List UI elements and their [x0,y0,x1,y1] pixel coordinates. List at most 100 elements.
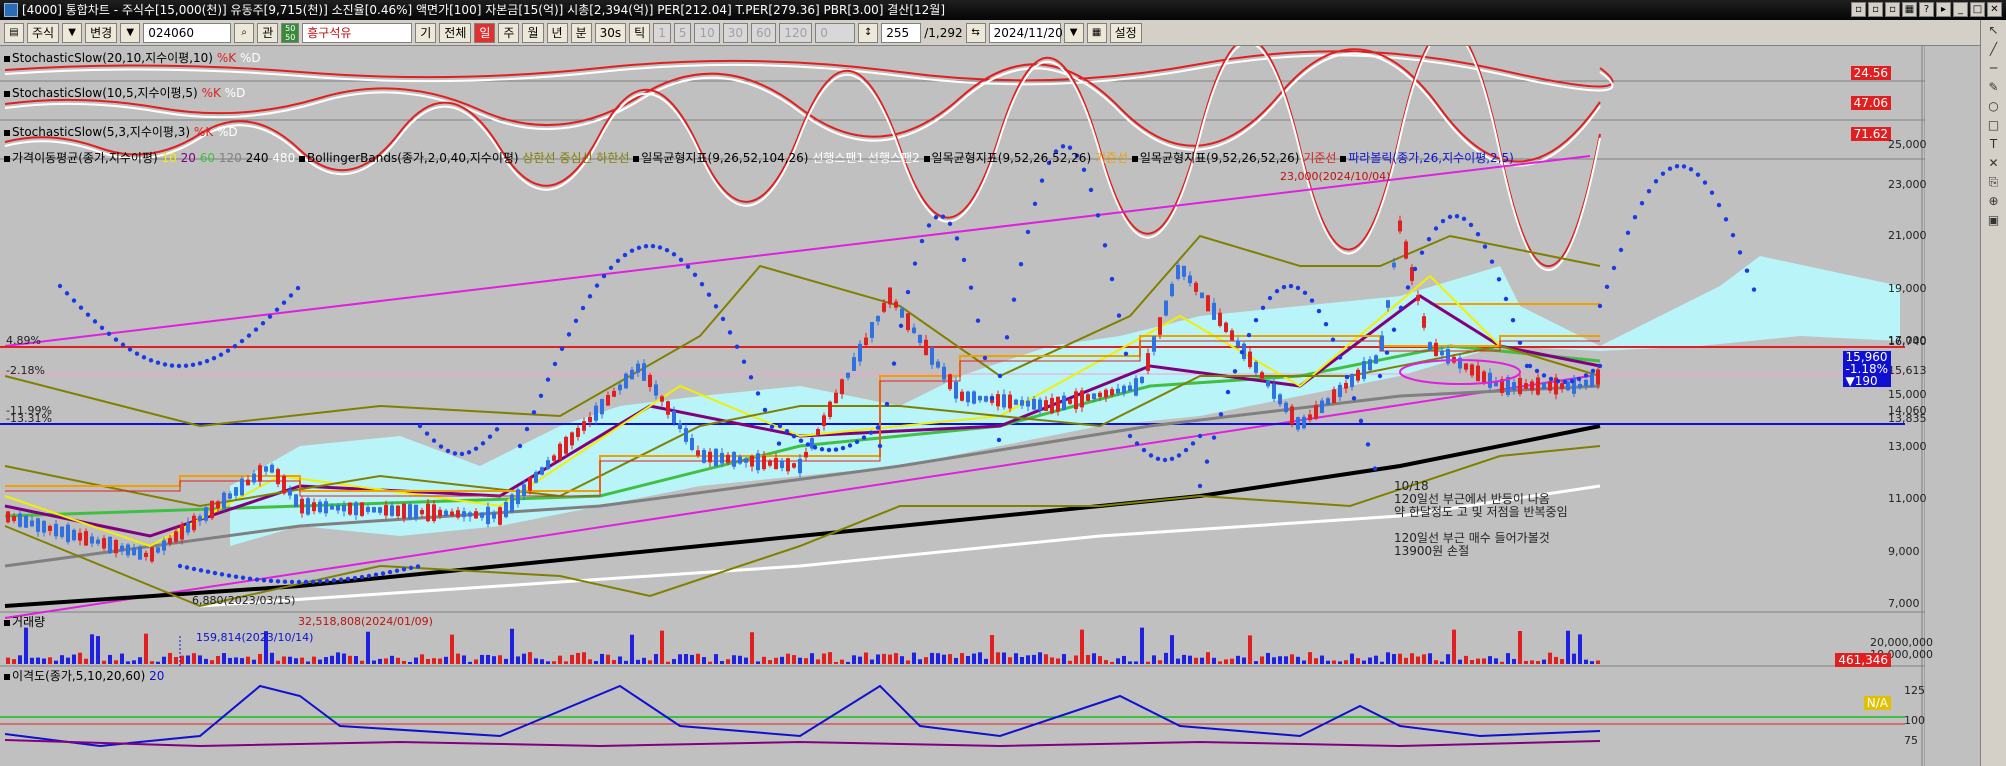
calendar-icon[interactable]: ▦ [1086,22,1107,43]
zoom-icon[interactable]: ⊕ [1985,194,2003,210]
parabolic-dot [64,291,70,296]
hline-icon[interactable]: ─ [1985,61,2003,77]
interval-5[interactable]: 5 [673,22,692,43]
volume-bar [516,656,520,664]
ellipse-icon[interactable]: ○ [1985,99,2003,115]
scroll-icon[interactable]: ⇆ [965,22,986,43]
rect-icon[interactable]: □ [1985,118,2003,134]
menu-icon[interactable]: ▤ [4,22,24,43]
help-icon[interactable]: ? [1919,2,1934,17]
parabolic-dot [1148,453,1154,458]
price-legend[interactable]: 가격이동평균(종가,지수이평) 10 20 60 120 240 480 Bol… [4,149,1514,166]
period-year[interactable]: 년 [546,22,568,43]
interval-1[interactable]: 1 [653,22,671,43]
code-input[interactable]: 024060 [143,22,232,43]
period-30s[interactable]: 30s [594,22,627,43]
change-button[interactable]: 변경 [85,22,118,43]
restore-icon[interactable]: ▫ [1851,2,1866,17]
gi-button[interactable]: 기 [415,22,437,43]
gwan-button[interactable]: 관 [257,22,279,43]
maximize-icon[interactable]: ▫ [1885,2,1900,17]
volume-bar [1470,659,1474,664]
parabolic-dot [933,215,939,220]
interval-10[interactable]: 10 [694,22,720,43]
period-week[interactable]: 주 [498,22,520,43]
stock-name-field[interactable]: 흥구석유 [302,22,413,43]
period-day[interactable]: 일 [474,22,496,43]
parabolic-dot [1510,318,1516,323]
parabolic-dot [233,574,239,579]
disparity-legend[interactable]: 이격도(종가,5,10,20,60) 20 [4,667,164,684]
dropdown-icon[interactable]: ▼ [62,22,83,43]
d-label: %D [224,86,246,100]
volume-bar [1428,653,1432,664]
parabolic-dot [127,347,133,352]
parabolic-dot [840,445,846,451]
cursor-icon[interactable]: ↖ [1985,23,2003,39]
parabolic-dot [57,283,63,289]
volume-bar [420,654,424,664]
volume-bar [942,654,946,664]
pin-icon[interactable]: ▸ [1936,2,1951,17]
spin-icon[interactable]: ↕ [858,22,879,43]
volume-bar [330,655,334,664]
parabolic-dot [239,338,245,344]
volume-bar [1422,654,1426,664]
period-minute[interactable]: 분 [570,22,592,43]
pct-label: -13.31% [6,412,52,425]
stoch1-legend[interactable]: StochasticSlow(20,10,지수이평,10) %K %D [4,49,261,66]
pen-icon[interactable]: ✎ [1985,80,2003,96]
period-tick[interactable]: 틱 [629,22,651,43]
window-controls: ▫ ▫ ▫ ▦ ? ▸ _ □ ✕ [1851,2,2002,17]
text-icon[interactable]: T [1985,137,2003,153]
parabolic-dot [1004,335,1010,340]
parabolic-dot [1667,166,1673,171]
price-tick: 19,000 [1888,282,1927,295]
parabolic-dot [685,264,691,269]
volume-legend[interactable]: 거래량 [4,613,45,630]
para-label: 파라볼릭(종가,26,지수이평,2,5) [1348,151,1514,165]
dropdown-icon[interactable]: ▼ [120,22,141,43]
period-month[interactable]: 월 [522,22,544,43]
copy-icon[interactable]: ⎘ [1985,175,2003,191]
volume-bar [1476,658,1480,664]
volume-bar [1392,654,1396,664]
save-icon[interactable]: ▣ [1985,213,2003,229]
parabolic-dot [1653,179,1659,184]
tile-icon[interactable]: ▫ [1868,2,1883,17]
trendline-icon[interactable]: ╱ [1985,42,2003,58]
calendar-dropdown-icon[interactable]: ▼ [1063,22,1084,43]
delete-icon[interactable]: ✕ [1985,156,2003,172]
interval-120[interactable]: 120 [779,22,813,43]
ma480-label: 480 [272,151,296,165]
search-icon[interactable]: ⌕ [234,22,255,43]
stoch2-legend[interactable]: StochasticSlow(10,5,지수이평,5) %K %D [4,84,245,101]
volume-bar [690,654,694,664]
volume-bar [1590,661,1594,664]
volume-bar [996,652,1000,664]
count-input[interactable]: 255 [881,22,922,43]
chart-area[interactable]: StochasticSlow(20,10,지수이평,10) %K %D Stoc… [0,46,1933,766]
parabolic-dot [352,575,358,581]
interval-30[interactable]: 30 [722,22,749,43]
parabolic-dot [1576,376,1582,382]
grid-icon[interactable]: ▦ [1902,2,1917,17]
market-select[interactable]: 주식 [27,22,60,43]
window-max-icon[interactable]: □ [1970,2,1985,17]
volume-bar [1086,655,1090,664]
parabolic-dot [629,248,635,253]
stoch3-legend[interactable]: StochasticSlow(5,3,지수이평,3) %K %D [4,123,238,140]
settings-button[interactable]: 설정 [1109,22,1142,43]
interval-custom[interactable]: 0 [815,22,856,43]
interval-60[interactable]: 60 [751,22,777,43]
volume-bar [1404,657,1408,664]
close-icon[interactable]: ✕ [1987,2,2002,17]
volume-bar [240,658,244,664]
volume-bar [864,652,868,664]
minimize-icon[interactable]: _ [1953,2,1968,17]
all-button[interactable]: 전체 [439,22,472,43]
volume-bar [1572,653,1576,664]
parabolic-dot [1611,265,1617,271]
parabolic-dot [1632,214,1638,220]
date-input[interactable]: 2024/11/20 [988,22,1063,43]
